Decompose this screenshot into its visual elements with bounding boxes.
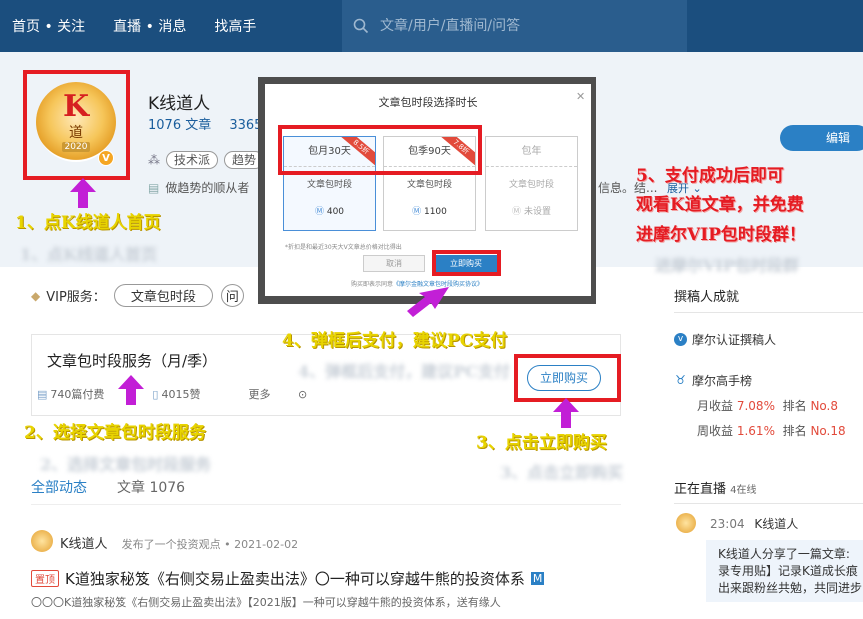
annotation-step3: 3、点击立即购买 bbox=[476, 433, 607, 453]
live-title: 正在直播 4在线 bbox=[674, 482, 757, 497]
like-icon: ▯ bbox=[152, 388, 159, 401]
modal-cancel-button[interactable]: 取消 bbox=[363, 255, 425, 272]
bio-icon: ▤ bbox=[148, 180, 160, 195]
coin-icon: Ⓜ bbox=[512, 207, 522, 217]
plan-yearly-price: Ⓜ 未设置 bbox=[512, 207, 551, 217]
weekly-return: 周收益 1.61% 排名 No.18 bbox=[697, 424, 846, 438]
annotation-step5-line3: 进摩尔VIP包时段群！ bbox=[636, 225, 806, 245]
member-badge: M bbox=[530, 572, 545, 585]
feed-action: 发布了一个投资观点 • 2021-02-02 bbox=[121, 538, 299, 551]
annotation-step5-line1: 5、支付成功后即可 bbox=[636, 166, 784, 186]
doc-icon: ▤ bbox=[37, 388, 48, 401]
profile-bio: ▤ 做趋势的顺从者 bbox=[148, 179, 249, 196]
service-meta: ▤ 740篇付费 ▯ 4015赞 更多 ⊙ bbox=[37, 386, 355, 402]
live-text-3: 出来跟粉丝共勉，共同进步 bbox=[718, 581, 863, 595]
pinned-badge: 置顶 bbox=[31, 570, 59, 587]
arrow-up-step2 bbox=[118, 375, 144, 405]
highlight-service-title-spacer bbox=[31, 335, 253, 380]
ghost-step1: 1、点K线道人首页 bbox=[20, 245, 158, 264]
achievement-leaderboard-label: 摩尔高手榜 bbox=[692, 374, 753, 388]
tag-technical[interactable]: 技术派 bbox=[166, 151, 219, 169]
highlight-plans bbox=[278, 125, 482, 175]
arrow-step4 bbox=[407, 287, 449, 317]
vip-pill-article-period[interactable]: 文章包时段 bbox=[113, 284, 213, 307]
diamond-icon: ◆ bbox=[31, 288, 41, 303]
likes: ▯ 4015赞 bbox=[152, 388, 201, 401]
sidebar-title: 撰稿人成就 bbox=[674, 290, 740, 305]
ghost-step3: 3、点击立即购买 bbox=[500, 463, 624, 482]
live-text-2: 录专用贴】记录K道成长痕 bbox=[718, 564, 858, 578]
circle-arrow-icon: ⊙ bbox=[297, 388, 308, 401]
nav-find-experts[interactable]: 找高手 bbox=[214, 16, 256, 36]
articles-count[interactable]: 1076 文章 bbox=[148, 118, 211, 133]
ghost-step5: 进摩尔VIP包时段群 bbox=[655, 256, 799, 275]
edit-button[interactable]: 编辑 bbox=[780, 125, 863, 151]
achievement-leaderboard: ♉ 摩尔高手榜 bbox=[674, 372, 752, 389]
nav-live-messages[interactable]: 直播 • 消息 bbox=[113, 16, 186, 36]
live-text-1: K线道人分享了一篇文章: bbox=[718, 547, 850, 561]
monthly-return: 月收益 7.08% 排名 No.8 bbox=[697, 399, 839, 413]
live-message[interactable]: K线道人分享了一篇文章: 录专用贴】记录K道成长痕 出来跟粉丝共勉，共同进步 bbox=[706, 540, 863, 602]
feed-summary: 〇〇〇K道独家秘笈《右侧交易止盈卖出法》【2021版】一种可以穿越牛熊的投资体系… bbox=[31, 596, 501, 609]
ghost-step2: 2、选择文章包时段服务 bbox=[40, 455, 212, 474]
search-input[interactable] bbox=[380, 18, 680, 34]
achievement-certified-label: 摩尔认证撰稿人 bbox=[692, 333, 777, 347]
vip-service-row: ◆ VIP服务： 文章包时段 问 bbox=[31, 284, 244, 307]
profile-name: K线道人 bbox=[148, 94, 211, 114]
modal-title: 文章包时段选择时长 bbox=[378, 96, 478, 109]
highlight-buy-button bbox=[514, 354, 621, 402]
bio-text: 做趋势的顺从者 bbox=[165, 181, 250, 195]
arrow-up-step1 bbox=[70, 178, 96, 208]
vip-label: VIP服务： bbox=[46, 290, 106, 305]
coin-icon: Ⓜ bbox=[314, 207, 324, 217]
plan-yearly[interactable]: 包年 文章包时段 Ⓜ 未设置 bbox=[485, 136, 578, 231]
achievement-certified: v 摩尔认证撰稿人 bbox=[674, 331, 776, 348]
feed-header: K线道人 发布了一个投资观点 • 2021-02-02 bbox=[60, 533, 298, 552]
tag-icon: ⁂ bbox=[148, 153, 160, 167]
modal-note: *折扣是和最近30天大V文章总价格对比得出 bbox=[285, 244, 402, 251]
annotation-step2: 2、选择文章包时段服务 bbox=[24, 423, 206, 443]
nav-home-follow[interactable]: 首页 • 关注 bbox=[12, 16, 85, 36]
close-icon[interactable]: ✕ bbox=[576, 90, 585, 103]
highlight-modal-buy bbox=[432, 250, 501, 276]
arrow-up-step3 bbox=[553, 398, 579, 428]
highlight-avatar bbox=[23, 70, 130, 180]
live-avatar[interactable] bbox=[676, 513, 696, 533]
plan-yearly-name: 包年 bbox=[486, 137, 577, 167]
live-author[interactable]: K线道人 bbox=[754, 517, 798, 531]
tab-all-activity[interactable]: 全部动态 bbox=[31, 477, 87, 497]
duration-modal: 文章包时段选择时长 ✕ 包月30天 8.5折 文章包时段 Ⓜ 400 包季90天… bbox=[265, 84, 591, 296]
tab-articles[interactable]: 文章 1076 bbox=[117, 477, 185, 497]
live-time: 23:04 bbox=[710, 517, 745, 531]
annotation-step4: 4、弹框后支付，建议PC支付 bbox=[282, 331, 508, 351]
plan-monthly-price: Ⓜ 400 bbox=[314, 207, 345, 217]
nav-right-area bbox=[687, 0, 863, 52]
feed-tabs: 全部动态 文章 1076 bbox=[31, 477, 185, 497]
medal-icon: ♉ bbox=[675, 373, 686, 387]
more-link[interactable]: 更多 ⊙ bbox=[248, 386, 331, 402]
plan-monthly-sub: 文章包时段 bbox=[306, 180, 352, 190]
verified-icon: v bbox=[674, 333, 687, 346]
annotation-step5-line2: 观看K道文章，并免费 bbox=[636, 195, 804, 215]
coin-icon: Ⓜ bbox=[412, 207, 422, 217]
search-icon[interactable] bbox=[342, 0, 380, 52]
feed-avatar[interactable] bbox=[31, 530, 53, 552]
sidebar-divider bbox=[674, 312, 863, 313]
feed-title[interactable]: 置顶 K道独家秘笈《右侧交易止盈卖出法》〇一种可以穿越牛熊的投资体系 M bbox=[31, 568, 545, 589]
feed-title-text: K道独家秘笈《右侧交易止盈卖出法》〇一种可以穿越牛熊的投资体系 bbox=[65, 570, 525, 588]
plan-quarterly-sub: 文章包时段 bbox=[406, 180, 452, 190]
tab-divider bbox=[31, 504, 621, 505]
vip-pill-qa[interactable]: 问 bbox=[220, 284, 244, 307]
live-divider bbox=[674, 503, 863, 504]
search-bar bbox=[342, 0, 687, 52]
annotation-step1: 1、点K线道人首页 bbox=[15, 213, 161, 233]
live-header: 23:04 K线道人 bbox=[710, 515, 798, 532]
tag-row: ⁂ 技术派 趋势 bbox=[148, 151, 265, 169]
feed-author[interactable]: K线道人 bbox=[60, 537, 108, 552]
ghost-step4: 4、弹框后支付，建议PC支付 bbox=[298, 362, 510, 381]
live-online-count: 4在线 bbox=[730, 485, 757, 496]
plan-quarterly-price: Ⓜ 1100 bbox=[412, 207, 447, 217]
plan-yearly-sub: 文章包时段 bbox=[508, 180, 554, 190]
